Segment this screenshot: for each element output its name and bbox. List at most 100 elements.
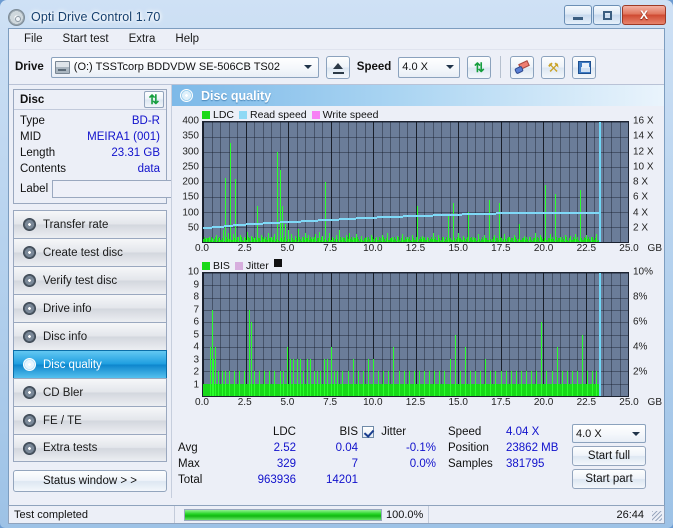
axis-tick: 2 X: [633, 222, 649, 234]
axis-tick: 2: [193, 366, 199, 378]
stats-jitter-max: 0.0%: [409, 458, 436, 470]
axis-tick: 9: [193, 279, 199, 290]
disc-length-label: Length: [20, 147, 56, 159]
axis-tick: 4: [193, 341, 199, 353]
sidebar-item-label: Drive info: [43, 302, 92, 315]
axis-tick: 5: [193, 329, 199, 340]
maximize-icon: [602, 10, 612, 20]
stats-actions: 4.0 X Start full Start part: [572, 424, 648, 489]
legend-item-jitter: Jitter: [234, 260, 269, 272]
sidebar-item-transfer-rate[interactable]: Transfer rate: [13, 210, 167, 238]
menu-item-extra[interactable]: Extra: [120, 31, 165, 47]
disc-label-row: Label: [20, 179, 255, 199]
axis-tick: 15.0: [448, 243, 468, 254]
disc-refresh-button[interactable]: ⇅: [144, 91, 164, 108]
sidebar-item-drive-info[interactable]: Drive info: [13, 294, 167, 322]
minimize-button[interactable]: [564, 5, 592, 25]
disc-icon: [23, 274, 36, 287]
status-window-button[interactable]: Status window > >: [13, 470, 167, 492]
sidebar-item-disc-quality[interactable]: Disc quality: [13, 350, 167, 378]
chevron-down-icon: [301, 59, 316, 76]
menu-item-file[interactable]: File: [15, 31, 52, 47]
stats-label-avg: Avg: [178, 442, 198, 454]
elapsed-time: 26:44: [616, 508, 644, 521]
stats-grid: Avg Max Total LDC 2.52 329 963936 BIS 0.…: [178, 424, 658, 489]
drive-toolbar: Drive (O:) TSSTcorp BDDVDW SE-506CB TS02…: [9, 50, 664, 85]
menu-item-help[interactable]: Help: [166, 31, 208, 47]
sidebar-item-label: Extra tests: [43, 442, 98, 454]
disc-info-row: Contents data: [20, 161, 160, 177]
disc-type-value: BD-R: [131, 115, 160, 127]
disc-panel-title: Disc: [20, 93, 45, 106]
refresh-icon: ⇅: [473, 59, 485, 75]
axis-tick: 0.0: [195, 397, 209, 408]
axis-tick: 200: [182, 176, 199, 188]
position-value: 23862 MB: [506, 442, 559, 454]
axis-tick: 22.5: [576, 243, 597, 254]
disc-icon: [23, 441, 36, 455]
axis-tick: 8: [193, 291, 199, 303]
stats-header-bis: BIS: [339, 426, 358, 438]
eject-button[interactable]: [325, 55, 350, 79]
disc-mid-value: MEIRA1 (001): [87, 131, 160, 143]
sidebar-item-extra-tests[interactable]: Extra tests: [13, 434, 167, 462]
sidebar-item-label: Verify test disc: [43, 274, 118, 287]
disc-panel-header: Disc ⇅: [14, 90, 166, 110]
bis-y-axis-right: 10% 8% 6% 4% 2%: [629, 267, 664, 397]
jitter-checkbox[interactable]: [362, 425, 374, 438]
drive-select[interactable]: (O:) TSSTcorp BDDVDW SE-506CB TS02: [50, 56, 319, 78]
sidebar-item-create-test-disc[interactable]: Create test disc: [13, 238, 167, 266]
position-caption: Position: [448, 442, 489, 454]
window-controls: X: [564, 5, 666, 25]
axis-tick: 7: [193, 304, 199, 315]
axis-tick: 4%: [633, 341, 648, 353]
ldc-y-axis-right: 16 X 14 X 12 X 10 X 8 X 6 X 4 X 2 X: [629, 116, 664, 243]
jitter-toggle[interactable]: Jitter: [358, 424, 436, 440]
axis-tick: 22.5: [576, 397, 597, 408]
title-bar: Opti Drive Control 1.70 X: [4, 4, 668, 30]
stats-right-labels: Speed Position Samples: [448, 424, 506, 489]
refresh-button[interactable]: ⇅: [467, 55, 492, 79]
axis-tick: 16 X: [633, 115, 654, 127]
test-speed-select[interactable]: 4.0 X: [572, 424, 646, 443]
sidebar-item-verify-test-disc[interactable]: Verify test disc: [13, 266, 167, 294]
maximize-button[interactable]: [593, 5, 621, 25]
disc-contents-label: Contents: [20, 163, 67, 175]
save-button[interactable]: [572, 55, 597, 79]
axis-tick: 300: [182, 146, 199, 157]
ldc-x-axis: 0.0 2.5 5.0 7.5 10.0 12.5 15.0 17.5 20.0 22.5 25.0…: [195, 243, 662, 257]
disc-icon: [23, 358, 36, 371]
axis-tick: 17.5: [491, 243, 511, 254]
disc-contents-value: data: [137, 163, 160, 175]
stats-column-ldc: LDC 2.52 329 963936: [228, 424, 296, 489]
tools-button[interactable]: ⚒: [541, 55, 566, 79]
speed-select-value: 4.0 X: [402, 61, 428, 73]
erase-button[interactable]: [510, 55, 535, 79]
axis-tick: 10%: [633, 266, 654, 278]
axis-tick: 25.0: [619, 243, 639, 254]
bis-plot: [202, 272, 629, 397]
stats-column-jitter: Jitter -0.1% 0.0%: [358, 424, 436, 489]
axis-tick: 4 X: [633, 207, 649, 218]
bis-chart: BIS Jitter 10 9 8 7 6 5 4 3 2 1 10% 8% 6% 4% 2% 0.0 2.…: [172, 257, 664, 411]
progress-bar: 100.0%: [175, 506, 428, 523]
sidebar-item-fe-te[interactable]: FE / TE: [13, 406, 167, 434]
axis-tick: 20.0: [533, 397, 554, 408]
bis-y-axis-left: 10 9 8 7 6 5 4 3 2 1: [172, 267, 202, 397]
bis-x-axis: 0.0 2.5 5.0 7.5 10.0 12.5 15.0 17.5 20.0 22.5 25.0…: [195, 397, 662, 411]
sidebar-item-label: FE / TE: [43, 414, 82, 427]
speed-select[interactable]: 4.0 X: [398, 56, 461, 78]
progress-track: [184, 508, 382, 521]
stats-jitter-total: [358, 472, 436, 488]
legend-item-ldc: LDC: [202, 109, 234, 121]
resize-grip[interactable]: [652, 511, 662, 521]
close-button[interactable]: X: [622, 5, 666, 25]
ldc-plot: [202, 121, 629, 243]
start-full-button[interactable]: Start full: [572, 446, 646, 466]
sidebar-item-disc-info[interactable]: Disc info: [13, 322, 167, 350]
start-part-button[interactable]: Start part: [572, 469, 646, 489]
legend-item-read-speed: Read speed: [239, 109, 307, 121]
menu-item-start-test[interactable]: Start test: [54, 31, 118, 47]
samples-value: 381795: [506, 458, 545, 470]
sidebar-item-cd-bler[interactable]: CD Bler: [13, 378, 167, 406]
